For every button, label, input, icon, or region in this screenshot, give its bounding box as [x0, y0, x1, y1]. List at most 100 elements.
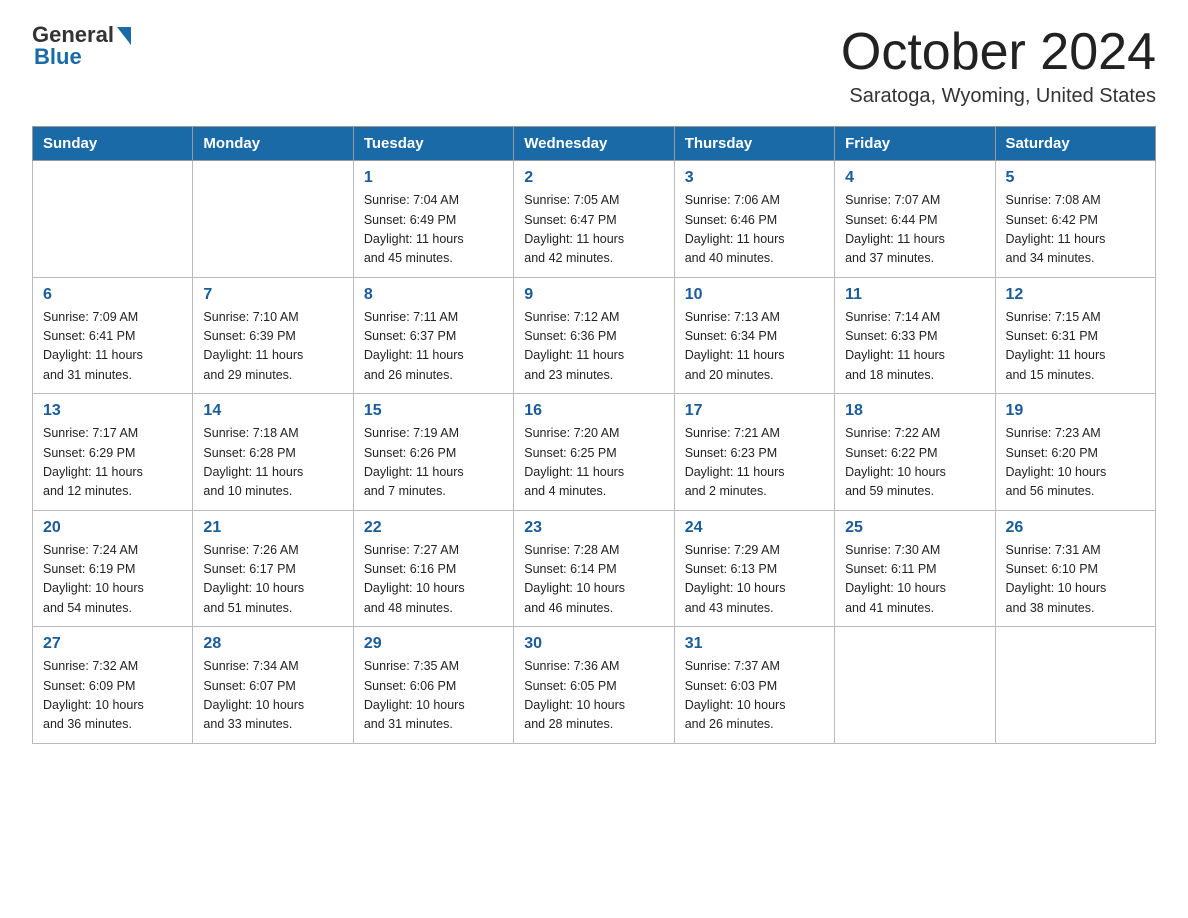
day-info: Sunrise: 7:09 AMSunset: 6:41 PMDaylight:…	[43, 308, 182, 386]
day-number: 7	[203, 286, 342, 304]
calendar-cell: 8Sunrise: 7:11 AMSunset: 6:37 PMDaylight…	[353, 277, 513, 394]
day-info: Sunrise: 7:37 AMSunset: 6:03 PMDaylight:…	[685, 657, 824, 735]
day-info: Sunrise: 7:18 AMSunset: 6:28 PMDaylight:…	[203, 424, 342, 502]
calendar-cell	[835, 627, 995, 744]
calendar-header-tuesday: Tuesday	[353, 127, 513, 161]
day-info: Sunrise: 7:23 AMSunset: 6:20 PMDaylight:…	[1006, 424, 1145, 502]
day-number: 24	[685, 519, 824, 537]
logo: General Blue	[32, 24, 131, 70]
logo-blue-text: Blue	[32, 44, 82, 70]
calendar-cell: 18 Sunrise: 7:22 AMSunset: 6:22 PMDayligh…	[835, 394, 995, 511]
calendar-cell: 26 Sunrise: 7:31 AMSunset: 6:10 PMDayligh…	[995, 510, 1155, 627]
calendar-cell: 27 Sunrise: 7:32 AMSunset: 6:09 PMDayligh…	[33, 627, 193, 744]
calendar-week-row: 6 Sunrise: 7:09 AMSunset: 6:41 PMDaylight…	[33, 277, 1156, 394]
calendar-cell: 25 Sunrise: 7:30 AMSunset: 6:11 PMDayligh…	[835, 510, 995, 627]
calendar-header-wednesday: Wednesday	[514, 127, 674, 161]
day-number: 10	[685, 286, 824, 304]
day-info: Sunrise: 7:13 AMSunset: 6:34 PMDaylight:…	[685, 308, 824, 386]
day-number: 21	[203, 519, 342, 537]
day-number: 2	[524, 169, 663, 187]
day-number: 11	[845, 286, 984, 304]
title-area: October 2024 Saratoga, Wyoming, United S…	[841, 24, 1156, 108]
day-info: Sunrise: 7:22 AMSunset: 6:22 PMDaylight:…	[845, 424, 984, 502]
day-number: 9	[524, 286, 663, 304]
calendar-cell: 1 Sunrise: 7:04 AMSunset: 6:49 PMDaylight…	[353, 161, 513, 278]
day-info: Sunrise: 7:29 AMSunset: 6:13 PMDaylight:…	[685, 541, 824, 619]
calendar-cell: 9 Sunrise: 7:12 AMSunset: 6:36 PMDaylight…	[514, 277, 674, 394]
day-number: 18	[845, 402, 984, 420]
day-number: 16	[524, 402, 663, 420]
calendar-cell	[33, 161, 193, 278]
calendar-header-friday: Friday	[835, 127, 995, 161]
calendar-cell	[193, 161, 353, 278]
calendar-cell: 30Sunrise: 7:36 AMSunset: 6:05 PMDayligh…	[514, 627, 674, 744]
calendar-cell: 4 Sunrise: 7:07 AMSunset: 6:44 PMDaylight…	[835, 161, 995, 278]
day-number: 14	[203, 402, 342, 420]
day-info: Sunrise: 7:08 AMSunset: 6:42 PMDaylight:…	[1006, 191, 1145, 269]
day-info: Sunrise: 7:11 AMSunset: 6:37 PMDaylight:…	[364, 308, 503, 386]
calendar-week-row: 1 Sunrise: 7:04 AMSunset: 6:49 PMDaylight…	[33, 161, 1156, 278]
calendar-cell: 29 Sunrise: 7:35 AMSunset: 6:06 PMDayligh…	[353, 627, 513, 744]
calendar-cell: 3 Sunrise: 7:06 AMSunset: 6:46 PMDaylight…	[674, 161, 834, 278]
calendar-week-row: 20Sunrise: 7:24 AMSunset: 6:19 PMDayligh…	[33, 510, 1156, 627]
calendar-cell: 16 Sunrise: 7:20 AMSunset: 6:25 PMDayligh…	[514, 394, 674, 511]
calendar-header-saturday: Saturday	[995, 127, 1155, 161]
day-number: 22	[364, 519, 503, 537]
day-info: Sunrise: 7:31 AMSunset: 6:10 PMDaylight:…	[1006, 541, 1145, 619]
day-info: Sunrise: 7:20 AMSunset: 6:25 PMDaylight:…	[524, 424, 663, 502]
day-number: 15	[364, 402, 503, 420]
day-number: 25	[845, 519, 984, 537]
day-number: 6	[43, 286, 182, 304]
calendar-cell: 20Sunrise: 7:24 AMSunset: 6:19 PMDayligh…	[33, 510, 193, 627]
calendar-cell: 21Sunrise: 7:26 AMSunset: 6:17 PMDayligh…	[193, 510, 353, 627]
day-number: 28	[203, 635, 342, 653]
logo-arrow-icon	[117, 27, 131, 45]
day-number: 26	[1006, 519, 1145, 537]
day-number: 12	[1006, 286, 1145, 304]
day-info: Sunrise: 7:12 AMSunset: 6:36 PMDaylight:…	[524, 308, 663, 386]
day-info: Sunrise: 7:04 AMSunset: 6:49 PMDaylight:…	[364, 191, 503, 269]
day-number: 31	[685, 635, 824, 653]
calendar-week-row: 13 Sunrise: 7:17 AMSunset: 6:29 PMDayligh…	[33, 394, 1156, 511]
day-info: Sunrise: 7:07 AMSunset: 6:44 PMDaylight:…	[845, 191, 984, 269]
page-subtitle: Saratoga, Wyoming, United States	[841, 85, 1156, 108]
day-number: 19	[1006, 402, 1145, 420]
day-number: 13	[43, 402, 182, 420]
calendar-cell: 7 Sunrise: 7:10 AMSunset: 6:39 PMDaylight…	[193, 277, 353, 394]
calendar-table: SundayMondayTuesdayWednesdayThursdayFrid…	[32, 126, 1156, 744]
day-info: Sunrise: 7:35 AMSunset: 6:06 PMDaylight:…	[364, 657, 503, 735]
calendar-week-row: 27 Sunrise: 7:32 AMSunset: 6:09 PMDayligh…	[33, 627, 1156, 744]
calendar-cell: 5Sunrise: 7:08 AMSunset: 6:42 PMDaylight…	[995, 161, 1155, 278]
day-info: Sunrise: 7:10 AMSunset: 6:39 PMDaylight:…	[203, 308, 342, 386]
day-info: Sunrise: 7:06 AMSunset: 6:46 PMDaylight:…	[685, 191, 824, 269]
calendar-header-monday: Monday	[193, 127, 353, 161]
day-info: Sunrise: 7:34 AMSunset: 6:07 PMDaylight:…	[203, 657, 342, 735]
calendar-cell: 13 Sunrise: 7:17 AMSunset: 6:29 PMDayligh…	[33, 394, 193, 511]
day-number: 23	[524, 519, 663, 537]
calendar-cell: 23 Sunrise: 7:28 AMSunset: 6:14 PMDayligh…	[514, 510, 674, 627]
logo-general-text: General	[32, 24, 114, 46]
calendar-cell: 2Sunrise: 7:05 AMSunset: 6:47 PMDaylight…	[514, 161, 674, 278]
day-number: 29	[364, 635, 503, 653]
day-number: 17	[685, 402, 824, 420]
calendar-cell: 14 Sunrise: 7:18 AMSunset: 6:28 PMDayligh…	[193, 394, 353, 511]
day-info: Sunrise: 7:27 AMSunset: 6:16 PMDaylight:…	[364, 541, 503, 619]
calendar-cell: 24 Sunrise: 7:29 AMSunset: 6:13 PMDayligh…	[674, 510, 834, 627]
day-number: 27	[43, 635, 182, 653]
day-info: Sunrise: 7:15 AMSunset: 6:31 PMDaylight:…	[1006, 308, 1145, 386]
calendar-cell: 11 Sunrise: 7:14 AMSunset: 6:33 PMDayligh…	[835, 277, 995, 394]
calendar-cell: 6 Sunrise: 7:09 AMSunset: 6:41 PMDaylight…	[33, 277, 193, 394]
day-number: 1	[364, 169, 503, 187]
calendar-header-thursday: Thursday	[674, 127, 834, 161]
day-info: Sunrise: 7:17 AMSunset: 6:29 PMDaylight:…	[43, 424, 182, 502]
day-info: Sunrise: 7:24 AMSunset: 6:19 PMDaylight:…	[43, 541, 182, 619]
day-number: 3	[685, 169, 824, 187]
day-number: 4	[845, 169, 984, 187]
day-info: Sunrise: 7:30 AMSunset: 6:11 PMDaylight:…	[845, 541, 984, 619]
day-info: Sunrise: 7:14 AMSunset: 6:33 PMDaylight:…	[845, 308, 984, 386]
calendar-header-row: SundayMondayTuesdayWednesdayThursdayFrid…	[33, 127, 1156, 161]
day-info: Sunrise: 7:28 AMSunset: 6:14 PMDaylight:…	[524, 541, 663, 619]
page-header: General Blue October 2024 Saratoga, Wyom…	[32, 24, 1156, 108]
day-info: Sunrise: 7:32 AMSunset: 6:09 PMDaylight:…	[43, 657, 182, 735]
day-number: 30	[524, 635, 663, 653]
